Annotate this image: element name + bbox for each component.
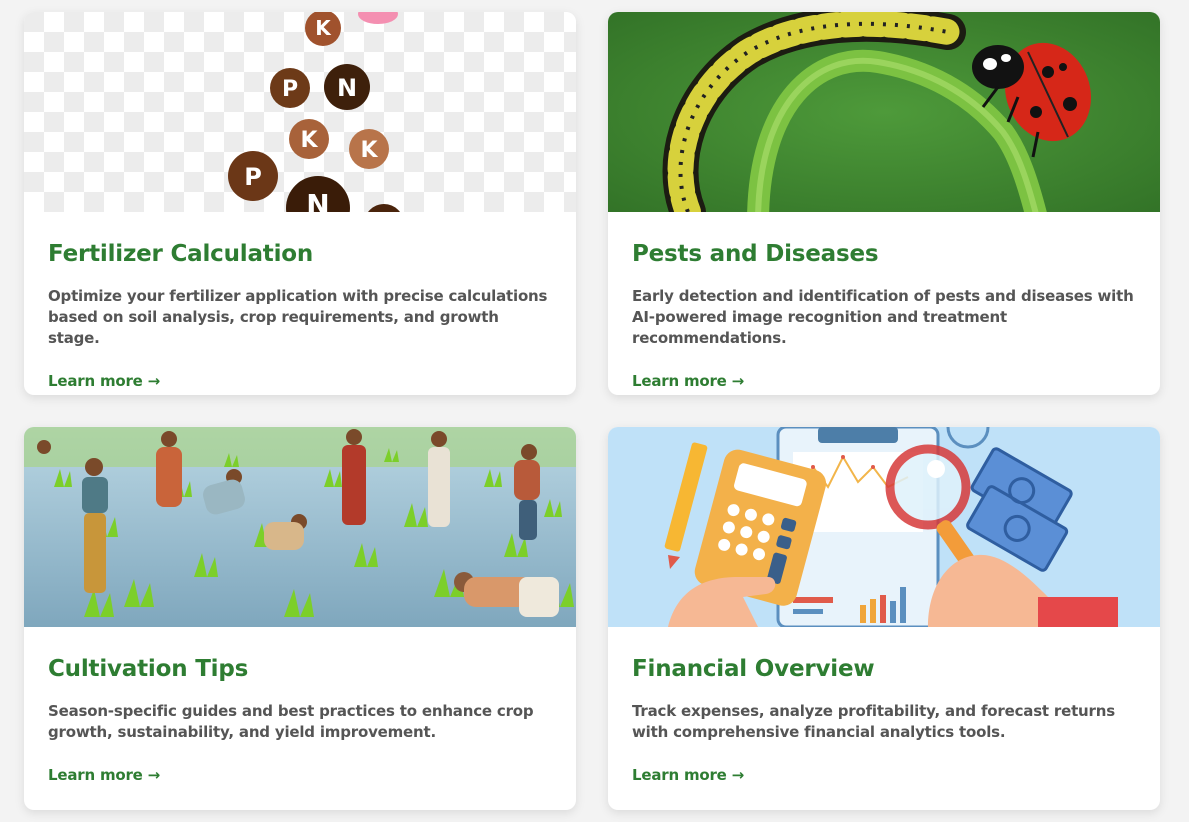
fertilizer-image: K P N K K P N [24, 12, 576, 212]
learn-more-link[interactable]: Learn more → [632, 766, 744, 784]
card-cultivation-tips[interactable]: Cultivation Tips Season-specific guides … [24, 427, 576, 810]
financial-image [608, 427, 1160, 627]
card-title: Cultivation Tips [48, 656, 249, 682]
card-title: Fertilizer Calculation [48, 241, 314, 267]
npk-label: P [244, 163, 262, 191]
npk-label: N [337, 74, 357, 102]
npk-label: P [282, 77, 298, 102]
card-financial-overview[interactable]: Financial Overview Track expenses, analy… [608, 427, 1160, 810]
npk-label: N [306, 188, 329, 212]
card-description: Early detection and identification of pe… [632, 287, 1134, 347]
feature-card-grid: K P N K K P N Fertilizer Calculation Opt… [0, 0, 1189, 822]
card-description: Optimize your fertilizer application wit… [48, 287, 548, 347]
learn-more-link[interactable]: Learn more → [632, 372, 744, 390]
learn-more-link[interactable]: Learn more → [48, 372, 160, 390]
card-description: Track expenses, analyze profitability, a… [632, 702, 1115, 741]
npk-label: K [300, 128, 318, 153]
npk-label: K [315, 16, 332, 40]
pests-image [608, 12, 1160, 212]
card-title: Pests and Diseases [632, 241, 879, 267]
card-description: Season-specific guides and best practice… [48, 702, 534, 741]
card-fertilizer-calculation[interactable]: K P N K K P N Fertilizer Calculation Opt… [24, 12, 576, 395]
npk-label: K [360, 138, 378, 163]
cultivation-image [24, 427, 576, 627]
learn-more-link[interactable]: Learn more → [48, 766, 160, 784]
card-pests-and-diseases[interactable]: Pests and Diseases Early detection and i… [608, 12, 1160, 395]
card-title: Financial Overview [632, 656, 875, 682]
